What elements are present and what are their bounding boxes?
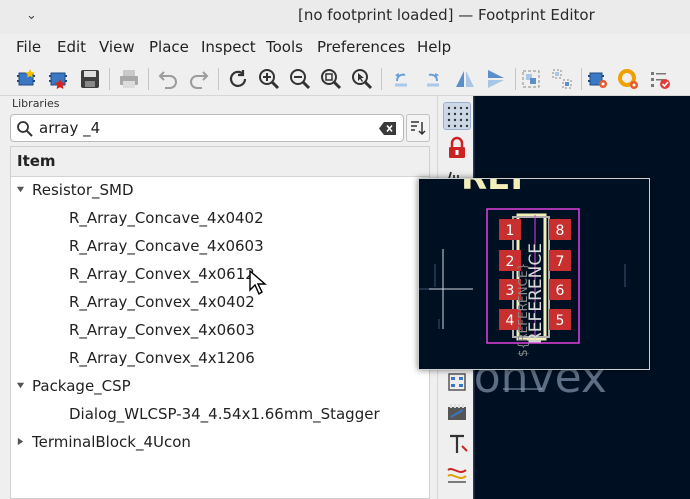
tree-item[interactable]: R_Array_Convex_4x1206 — [11, 345, 429, 373]
mirror-vertical-icon[interactable] — [452, 66, 478, 92]
zoom-in-icon[interactable] — [256, 66, 282, 92]
title-bar: ⌄ [no footprint loaded] — Footprint Edit… — [0, 0, 690, 34]
menu-edit[interactable]: Edit — [57, 38, 86, 56]
clear-search-icon[interactable] — [379, 121, 397, 136]
pad-number-3: 3 — [506, 283, 515, 299]
sort-icon — [411, 121, 426, 136]
save-icon[interactable] — [77, 66, 103, 92]
pad-display-icon[interactable] — [443, 398, 471, 426]
tree-item[interactable]: Dialog_WLCSP-34_4.54x1.66mm_Stagger — [11, 401, 429, 429]
pad-properties-icon[interactable] — [615, 66, 641, 92]
tree-item[interactable]: R_Array_Concave_4x0603 — [11, 233, 429, 261]
zoom-selection-icon[interactable] — [349, 66, 375, 92]
footprint-preview-popup: REF 1 2 3 4 8 7 6 5 REFERENCE — [418, 178, 650, 370]
library-search-box — [10, 114, 404, 142]
expanded-arrow-icon[interactable] — [16, 185, 25, 194]
zoom-out-icon[interactable] — [287, 66, 313, 92]
pad-number-7: 7 — [556, 254, 565, 270]
ungroup-icon[interactable] — [549, 66, 575, 92]
print-icon[interactable] — [116, 66, 142, 92]
tree-item[interactable]: R_Array_Convex_4x0603 — [11, 317, 429, 345]
undo-icon[interactable] — [155, 66, 181, 92]
fab-value-text: ${REFERENCE} — [516, 263, 530, 357]
grid-toggle-icon[interactable] — [443, 102, 471, 130]
menu-bar: File Edit View Place Inspect Tools Prefe… — [0, 34, 690, 62]
main-toolbar — [0, 62, 690, 96]
reference-designator-text: REF — [461, 179, 534, 198]
tree-library-package-csp[interactable]: Package_CSP — [11, 373, 429, 401]
pad-number-6: 6 — [556, 283, 565, 299]
menu-preferences[interactable]: Preferences — [317, 38, 405, 56]
library-search-input[interactable] — [39, 118, 369, 138]
expanded-arrow-icon[interactable] — [16, 381, 25, 390]
pad-number-8: 8 — [556, 223, 565, 239]
collapsed-arrow-icon[interactable] — [16, 437, 25, 446]
menu-tools[interactable]: Tools — [266, 38, 303, 56]
refresh-icon[interactable] — [225, 66, 251, 92]
item-column-label: Item — [17, 152, 56, 170]
libraries-panel: Libraries Item Resistor_SMD R_Array_Conc… — [8, 96, 431, 499]
tree-library-terminalblock-4ucon[interactable]: TerminalBlock_4Ucon — [11, 429, 429, 457]
redo-icon[interactable] — [186, 66, 212, 92]
zoom-fit-icon[interactable] — [318, 66, 344, 92]
tree-item[interactable]: R_Array_Concave_4x0402 — [11, 205, 429, 233]
new-footprint-icon[interactable] — [13, 66, 39, 92]
pad-number-5: 5 — [556, 313, 565, 329]
tree-library-resistor-smd[interactable]: Resistor_SMD — [11, 177, 429, 205]
tree-item[interactable]: R_Array_Convex_4x0402 — [11, 289, 429, 317]
window-title: [no footprint loaded] — Footprint Editor — [298, 6, 595, 24]
group-icon[interactable] — [518, 66, 544, 92]
menu-file[interactable]: File — [16, 38, 41, 56]
pad-number-4: 4 — [506, 313, 515, 329]
new-footprint-wizard-icon[interactable] — [45, 66, 71, 92]
library-tree: Item Resistor_SMD R_Array_Concave_4x0402… — [10, 146, 430, 499]
check-footprint-icon[interactable] — [647, 66, 673, 92]
tree-column-header[interactable]: Item — [11, 147, 429, 177]
footprint-display-icon[interactable] — [443, 368, 471, 396]
mouse-cursor-icon — [249, 270, 267, 296]
mirror-horizontal-icon[interactable] — [483, 66, 509, 92]
tree-item-hovered[interactable]: R_Array_Convex_4x0612 — [11, 261, 429, 289]
sort-button[interactable] — [406, 114, 430, 142]
rotate-cw-icon[interactable] — [420, 66, 446, 92]
menu-view[interactable]: View — [99, 38, 135, 56]
menu-help[interactable]: Help — [417, 38, 451, 56]
window-menu-chevron-icon[interactable]: ⌄ — [26, 8, 37, 23]
libraries-label: Libraries — [12, 97, 60, 110]
menu-inspect[interactable]: Inspect — [201, 38, 256, 56]
rotate-ccw-icon[interactable] — [388, 66, 414, 92]
pad-number-2: 2 — [506, 254, 515, 270]
search-icon — [17, 121, 33, 137]
pad-number-1: 1 — [506, 223, 515, 239]
menu-place[interactable]: Place — [149, 38, 189, 56]
graphic-display-icon[interactable] — [443, 460, 471, 488]
footprint-properties-icon[interactable] — [584, 66, 610, 92]
text-display-icon[interactable] — [443, 430, 471, 458]
lock-icon[interactable] — [443, 134, 471, 162]
